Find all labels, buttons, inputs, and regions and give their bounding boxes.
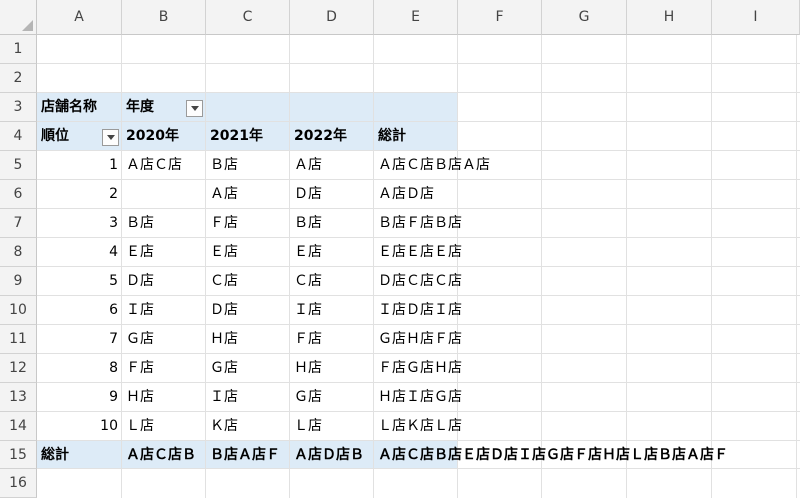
row-header-5[interactable]: 5	[0, 151, 37, 180]
column-header-e[interactable]: E	[374, 0, 458, 35]
row-header-2[interactable]: 2	[0, 64, 37, 93]
total-cell[interactable]: Ａ店Ｄ店	[374, 180, 542, 209]
data-cell[interactable]: Ｆ店	[122, 354, 206, 383]
year-2020-header: 2020年	[126, 128, 179, 144]
rank-cell[interactable]: 6	[37, 296, 122, 325]
column-header-g[interactable]: G	[542, 0, 627, 35]
grand-total-2020[interactable]: Ａ店Ｃ店Ｂ	[122, 441, 206, 469]
data-cell[interactable]: Ｅ店	[122, 238, 206, 267]
data-cell[interactable]: Ｅ店	[206, 238, 290, 267]
column-header-f[interactable]: F	[458, 0, 542, 35]
row-header-14[interactable]: 14	[0, 412, 37, 441]
total-cell[interactable]: Ａ店Ｃ店Ｂ店Ａ店	[374, 151, 542, 180]
data-cell[interactable]: Ｂ店	[290, 209, 374, 238]
data-cell[interactable]: Ｄ店	[122, 267, 206, 296]
row-header-11[interactable]: 11	[0, 325, 37, 354]
data-cell[interactable]: Ａ店Ｃ店	[122, 151, 206, 180]
data-cell[interactable]: Ｂ店	[122, 209, 206, 238]
rank-cell[interactable]: 10	[37, 412, 122, 441]
total-cell[interactable]: Ｂ店Ｆ店Ｂ店	[374, 209, 542, 238]
column-header-h[interactable]: H	[627, 0, 712, 35]
row-header-7[interactable]: 7	[0, 209, 37, 238]
total-cell[interactable]: Ｈ店Ｉ店Ｇ店	[374, 383, 542, 412]
total-header: 総計	[378, 128, 406, 144]
column-header-b[interactable]: B	[122, 0, 206, 35]
data-cell[interactable]: Ｂ店	[206, 151, 290, 180]
grand-total-label: 総計	[41, 447, 69, 463]
data-cell[interactable]: Ｉ店	[122, 296, 206, 325]
row-header-13[interactable]: 13	[0, 383, 37, 412]
data-cell[interactable]	[122, 180, 206, 209]
data-cell[interactable]: Ｄ店	[290, 180, 374, 209]
chevron-down-icon	[190, 106, 199, 111]
row-header-15[interactable]: 15	[0, 441, 37, 469]
year-2021-header: 2021年	[210, 128, 263, 144]
data-cell[interactable]: Ｈ店	[290, 354, 374, 383]
row-header-16[interactable]: 16	[0, 469, 37, 498]
pivot-row-field-label: 店舗名称	[41, 99, 97, 115]
column-header-i[interactable]: I	[712, 0, 800, 35]
rank-cell[interactable]: 9	[37, 383, 122, 412]
data-cell[interactable]: Ａ店	[290, 151, 374, 180]
data-cell[interactable]: Ａ店	[206, 180, 290, 209]
data-cell[interactable]: Ｆ店	[290, 325, 374, 354]
total-cell[interactable]: Ｌ店Ｋ店Ｌ店	[374, 412, 542, 441]
row-header-10[interactable]: 10	[0, 296, 37, 325]
row-header-9[interactable]: 9	[0, 267, 37, 296]
row-header-3[interactable]: 3	[0, 93, 37, 122]
data-cell[interactable]: Ｌ店	[122, 412, 206, 441]
select-all-corner[interactable]	[0, 0, 37, 35]
data-cell[interactable]: Ｃ店	[290, 267, 374, 296]
total-cell[interactable]: Ｉ店Ｄ店Ｉ店	[374, 296, 542, 325]
chevron-down-icon	[106, 135, 115, 140]
rank-cell[interactable]: 5	[37, 267, 122, 296]
column-header-d[interactable]: D	[290, 0, 374, 35]
total-cell[interactable]: Ｅ店Ｅ店Ｅ店	[374, 238, 542, 267]
data-cell[interactable]: Ｌ店	[290, 412, 374, 441]
data-cell[interactable]: Ｈ店	[206, 325, 290, 354]
column-header-c[interactable]: C	[206, 0, 290, 35]
spreadsheet: A B C D E F G H I 1 2 3 4 5 6 7 8 9 10 1…	[0, 0, 800, 498]
rank-cell[interactable]: 3	[37, 209, 122, 238]
row-header-12[interactable]: 12	[0, 354, 37, 383]
data-cell[interactable]: Ｇ店	[122, 325, 206, 354]
data-cell[interactable]: Ｈ店	[122, 383, 206, 412]
rank-cell[interactable]: 4	[37, 238, 122, 267]
rank-cell[interactable]: 8	[37, 354, 122, 383]
data-cell[interactable]: Ｉ店	[290, 296, 374, 325]
data-cell[interactable]: Ｇ店	[290, 383, 374, 412]
data-cell[interactable]: Ｋ店	[206, 412, 290, 441]
rank-cell[interactable]: 1	[37, 151, 122, 180]
grand-total-2022[interactable]: Ａ店Ｄ店Ｂ	[290, 441, 374, 469]
total-cell[interactable]: Ｄ店Ｃ店Ｃ店	[374, 267, 542, 296]
year-2022-header: 2022年	[294, 128, 347, 144]
year-filter-dropdown-button[interactable]	[186, 100, 203, 117]
grand-total-overall[interactable]: Ａ店Ｃ店Ｂ店Ｅ店Ｄ店Ｉ店Ｇ店Ｆ店Ｈ店Ｌ店Ｂ店Ａ店Ｆ	[374, 441, 800, 469]
column-header-a[interactable]: A	[37, 0, 122, 35]
grand-total-2021[interactable]: Ｂ店Ａ店Ｆ	[206, 441, 290, 469]
total-cell[interactable]: Ｆ店Ｇ店Ｈ店	[374, 354, 542, 383]
row-header-8[interactable]: 8	[0, 238, 37, 267]
data-cell[interactable]: Ｅ店	[290, 238, 374, 267]
data-cell[interactable]: Ｄ店	[206, 296, 290, 325]
data-cell[interactable]: Ｆ店	[206, 209, 290, 238]
total-cell[interactable]: Ｇ店Ｈ店Ｆ店	[374, 325, 542, 354]
row-header-4[interactable]: 4	[0, 122, 37, 151]
rank-cell[interactable]: 2	[37, 180, 122, 209]
rank-filter-dropdown-button[interactable]	[102, 129, 119, 146]
data-cell[interactable]: Ｃ店	[206, 267, 290, 296]
data-cell[interactable]: Ｇ店	[206, 354, 290, 383]
row-header-1[interactable]: 1	[0, 35, 37, 64]
row-header-6[interactable]: 6	[0, 180, 37, 209]
rank-cell[interactable]: 7	[37, 325, 122, 354]
data-cell[interactable]: Ｉ店	[206, 383, 290, 412]
